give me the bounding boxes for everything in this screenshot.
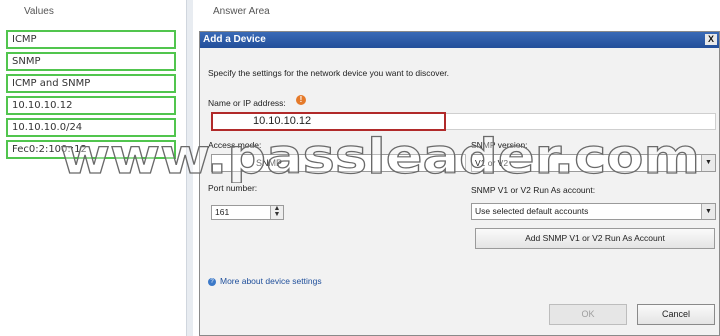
help-link-text: More about device settings [220, 276, 322, 286]
port-number-value: 161 [215, 207, 230, 217]
value-item-ip-address[interactable]: 10.10.10.12 [6, 96, 176, 115]
answer-area-header: Answer Area [213, 6, 270, 17]
access-mode-label: Access mode: [208, 140, 262, 150]
close-icon[interactable]: X [705, 34, 717, 45]
snmp-version-select[interactable]: V1 or V2 ▼ [471, 154, 716, 172]
access-mode-value: SNMP [256, 158, 283, 168]
cancel-button[interactable]: Cancel [637, 304, 715, 325]
panel-divider[interactable] [186, 0, 193, 336]
runas-account-value: Use selected default accounts [475, 206, 589, 216]
help-icon: ? [208, 277, 216, 286]
snmp-version-value: V1 or V2 [475, 158, 509, 168]
runas-account-select[interactable]: Use selected default accounts ▼ [471, 203, 716, 220]
warning-icon: ! [296, 95, 306, 105]
access-mode-select[interactable]: SNMP [211, 154, 466, 172]
value-item-ipv6-address[interactable]: Fec0:2:100::12 [6, 140, 176, 159]
value-item-icmp-and-snmp[interactable]: ICMP and SNMP [6, 74, 176, 93]
name-or-ip-input[interactable]: 10.10.10.12 [211, 112, 446, 131]
spinner-icon[interactable]: ▲ ▼ [270, 205, 283, 219]
name-input-extension [446, 113, 716, 130]
name-or-ip-label: Name or IP address: [208, 98, 286, 108]
values-header: Values [24, 6, 54, 17]
add-device-dialog: Add a Device X Specify the settings for … [199, 31, 720, 336]
port-number-label: Port number: [208, 183, 258, 193]
snmp-version-label: SNMP version: [471, 140, 528, 150]
screenshot-root: Values ICMP SNMP ICMP and SNMP 10.10.10.… [0, 0, 720, 336]
values-panel: Values ICMP SNMP ICMP and SNMP 10.10.10.… [0, 0, 186, 336]
chevron-down-icon[interactable]: ▼ [701, 204, 715, 219]
add-runas-account-button[interactable]: Add SNMP V1 or V2 Run As Account [475, 228, 715, 249]
value-item-icmp[interactable]: ICMP [6, 30, 176, 49]
device-settings-help-link[interactable]: ? More about device settings [208, 276, 322, 286]
ok-button[interactable]: OK [549, 304, 627, 325]
dialog-titlebar: Add a Device X [200, 32, 719, 48]
chevron-down-icon[interactable]: ▼ [701, 155, 715, 171]
value-item-subnet[interactable]: 10.10.10.0/24 [6, 118, 176, 137]
port-number-input[interactable]: 161 ▲ ▼ [211, 205, 284, 220]
dialog-description: Specify the settings for the network dev… [208, 68, 449, 78]
values-list: ICMP SNMP ICMP and SNMP 10.10.10.12 10.1… [6, 30, 176, 162]
runas-account-label: SNMP V1 or V2 Run As account: [471, 185, 596, 195]
dialog-title: Add a Device [203, 34, 266, 45]
value-item-snmp[interactable]: SNMP [6, 52, 176, 71]
